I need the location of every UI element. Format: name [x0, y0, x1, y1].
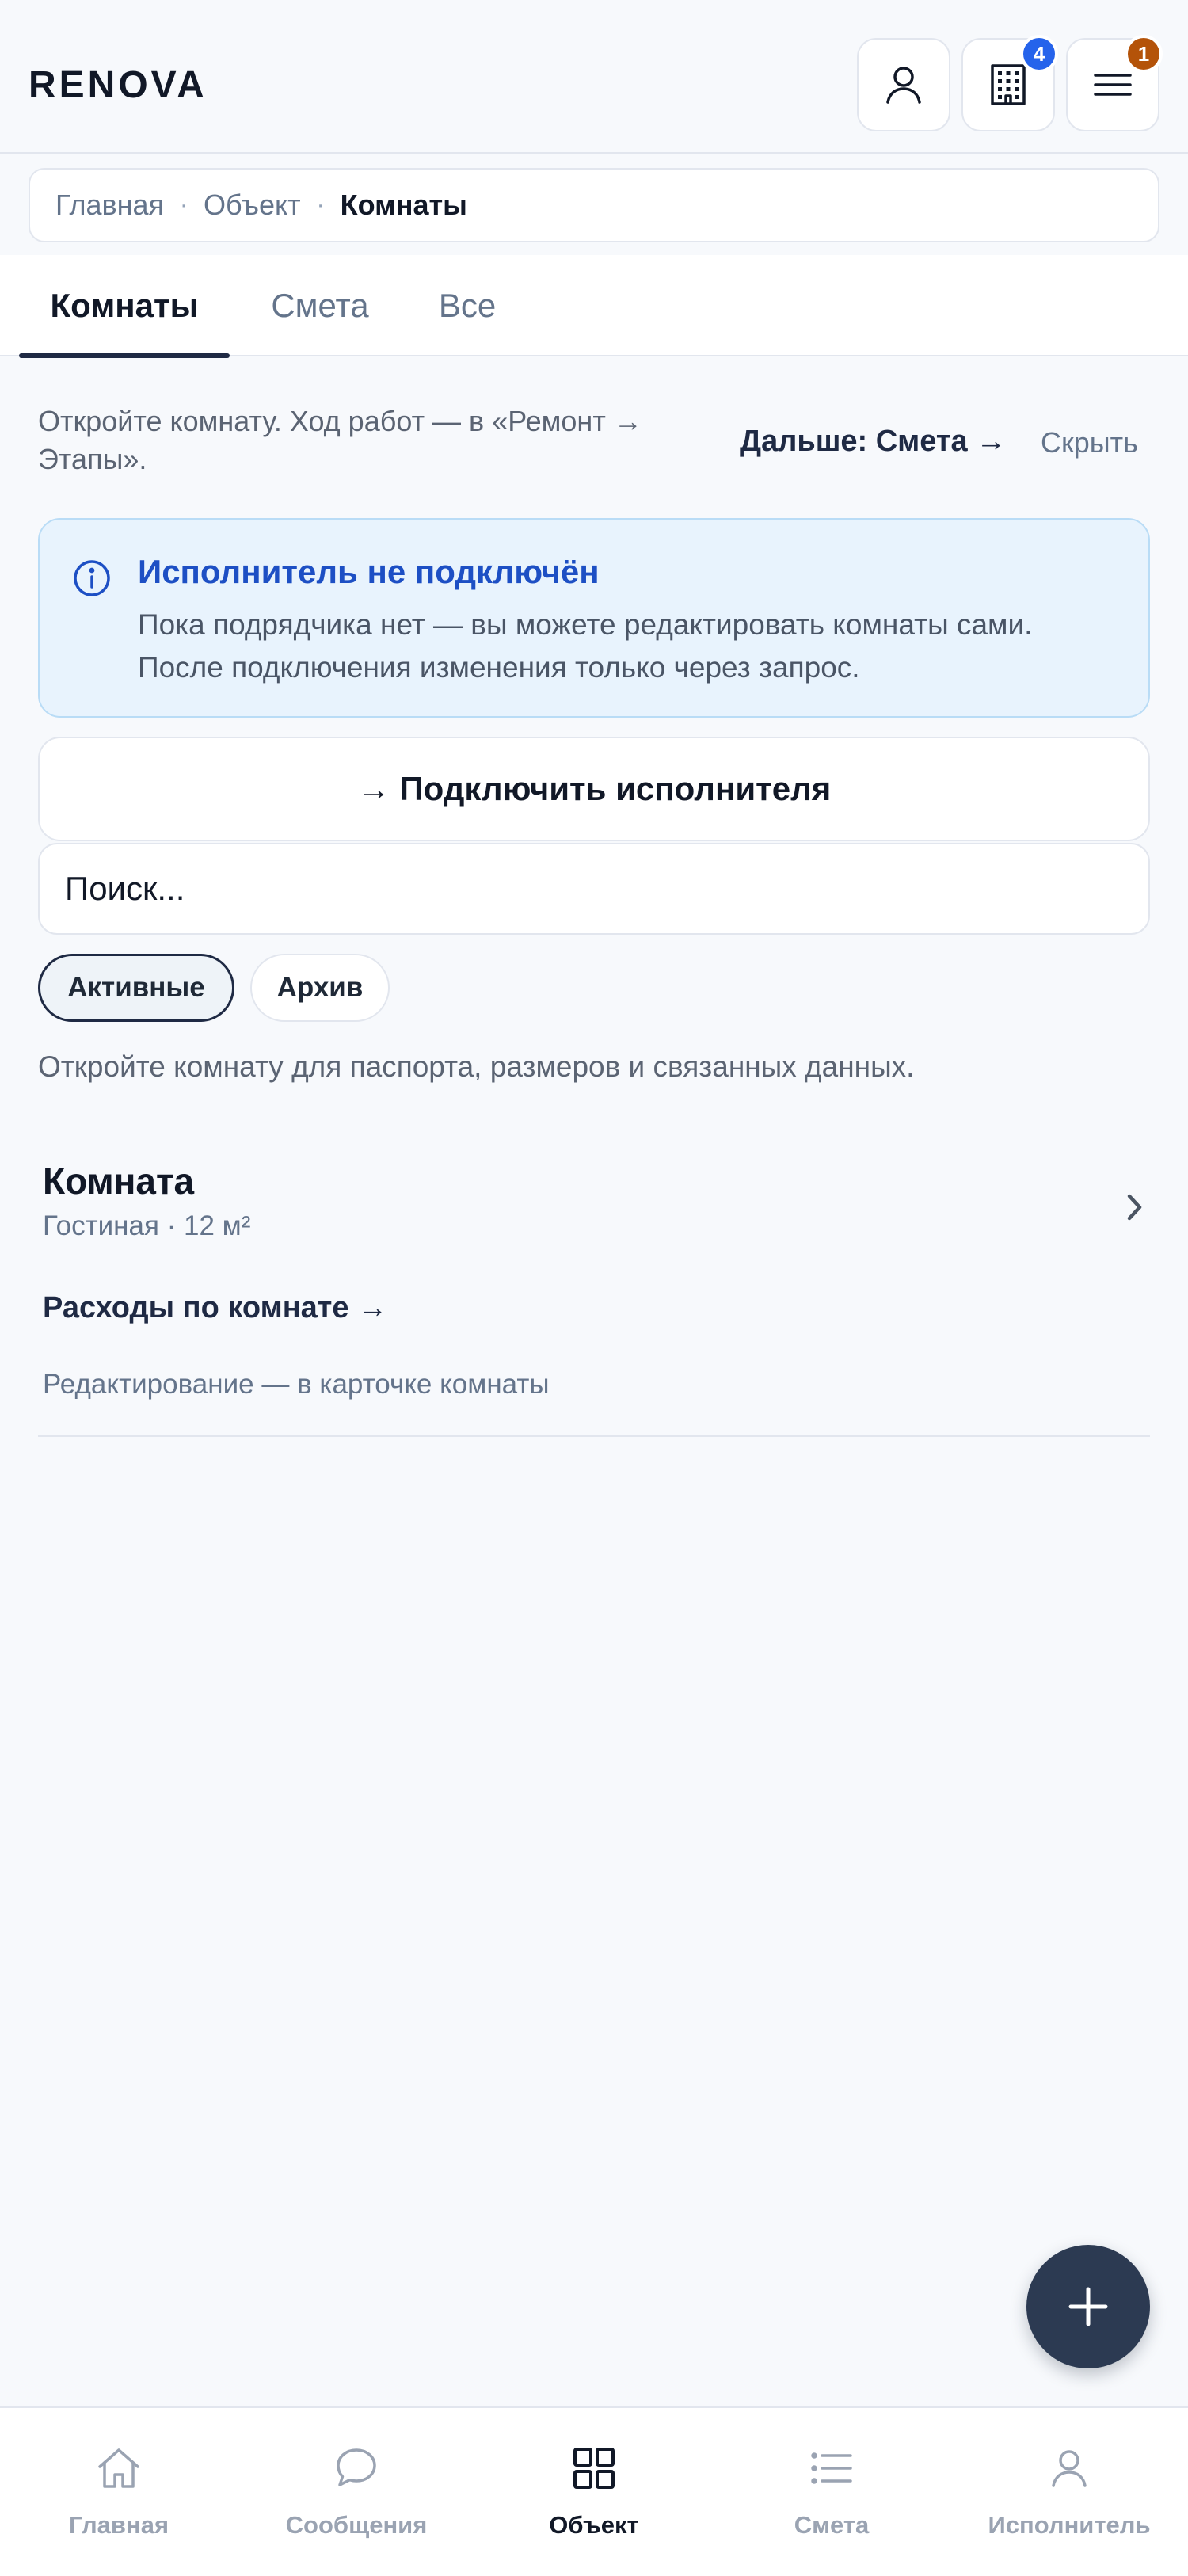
nav-messages-label: Сообщения: [285, 2511, 428, 2539]
info-icon: [74, 560, 110, 596]
breadcrumb: Главная · Объект · Комнаты: [29, 168, 1159, 242]
breadcrumb-current: Комнаты: [340, 189, 467, 221]
hide-hint-link[interactable]: Скрыть: [1041, 426, 1138, 459]
tab-all[interactable]: Все: [417, 255, 518, 356]
grid-icon: [573, 2448, 615, 2489]
bottom-navigation: Главная Сообщения Объект Смета Исполните…: [0, 2406, 1188, 2576]
menu-notification-badge: 1: [1125, 35, 1163, 73]
profile-button[interactable]: [857, 38, 950, 131]
nav-messages[interactable]: Сообщения: [238, 2408, 475, 2576]
room-subtitle: Гостиная · 12 м²: [43, 1210, 251, 1241]
breadcrumb-object[interactable]: Объект: [204, 189, 301, 222]
nav-estimate[interactable]: Смета: [713, 2408, 950, 2576]
breadcrumb-home[interactable]: Главная: [55, 189, 164, 222]
add-room-button[interactable]: [1026, 2245, 1150, 2368]
connect-contractor-button[interactable]: → Подключить исполнителя: [38, 737, 1150, 841]
filter-archive-chip[interactable]: Архив: [250, 954, 390, 1022]
nav-contractor-label: Исполнитель: [988, 2511, 1151, 2539]
tab-rooms[interactable]: Комнаты: [19, 255, 230, 358]
user-icon: [1052, 2450, 1087, 2487]
list-icon: [811, 2452, 852, 2484]
nav-home[interactable]: Главная: [0, 2408, 238, 2576]
nav-object[interactable]: Объект: [475, 2408, 713, 2576]
rooms-hint-text: Откройте комнату. Ход работ — в «Ремонт …: [38, 405, 642, 475]
home-icon: [98, 2448, 139, 2488]
breadcrumb-separator: ·: [316, 192, 325, 218]
nav-contractor[interactable]: Исполнитель: [950, 2408, 1188, 2576]
plus-icon: [1068, 2287, 1108, 2326]
nav-object-label: Объект: [549, 2511, 639, 2539]
nav-home-label: Главная: [68, 2511, 169, 2539]
app-header: RENOVA 4 1: [0, 0, 1188, 154]
breadcrumb-separator: ·: [180, 192, 188, 218]
user-icon: [886, 67, 921, 104]
room-divider: [38, 1435, 1150, 1437]
filter-active-chip[interactable]: Активные: [38, 954, 234, 1022]
objects-count-badge: 4: [1020, 35, 1058, 73]
tab-bar: Комнаты Смета Все: [0, 255, 1188, 358]
chevron-right-icon[interactable]: [1120, 1190, 1148, 1225]
room-edit-hint: Редактирование — в карточке комнаты: [43, 1369, 550, 1400]
nav-estimate-label: Смета: [794, 2511, 870, 2539]
rooms-list-hint: Откройте комнату для паспорта, размеров …: [38, 1050, 915, 1083]
menu-button[interactable]: 1: [1066, 35, 1163, 131]
search-input[interactable]: [38, 843, 1150, 935]
objects-button[interactable]: 4: [961, 35, 1058, 131]
chat-icon: [337, 2448, 376, 2486]
room-expenses-link[interactable]: Расходы по комнате →: [43, 1291, 387, 1325]
room-title[interactable]: Комната: [43, 1160, 194, 1202]
next-step-link[interactable]: Дальше: Смета →: [740, 425, 1006, 459]
info-title: Исполнитель не подключён: [138, 553, 600, 590]
info-text: Пока подрядчика нет — вы можете редактир…: [138, 608, 1033, 684]
tab-estimate[interactable]: Смета: [250, 255, 390, 356]
app-logo[interactable]: RENOVA: [29, 63, 208, 107]
contractor-info-banner: Исполнитель не подключён Пока подрядчика…: [38, 518, 1150, 718]
